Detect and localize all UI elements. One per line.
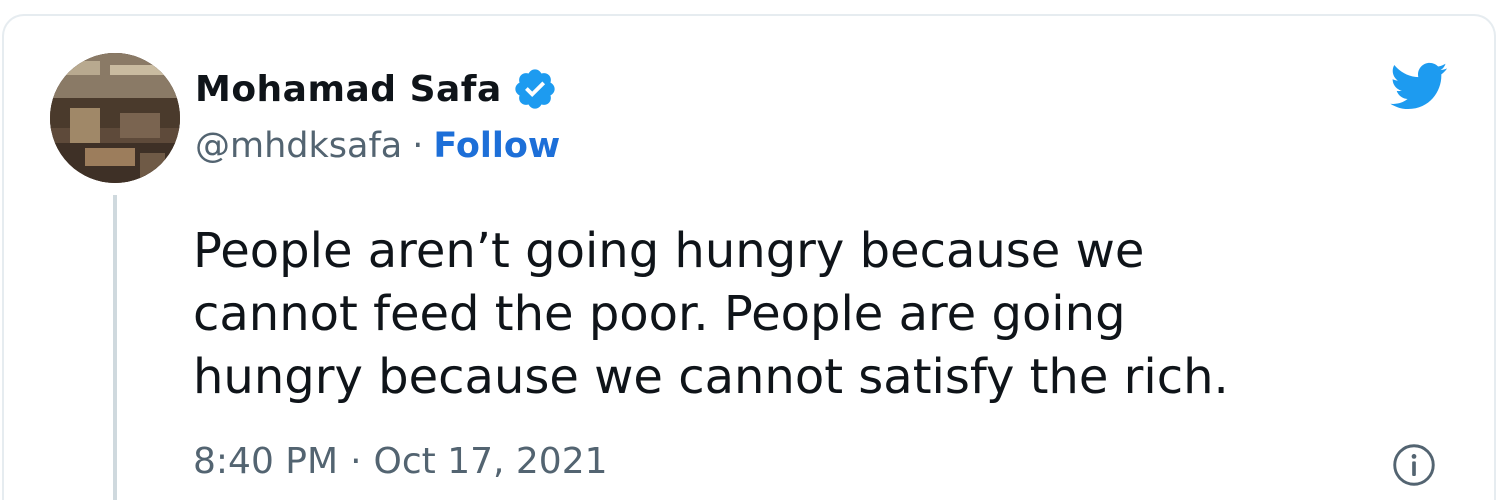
- author-handle-row: @mhdksafa · Follow: [195, 122, 560, 170]
- info-icon[interactable]: [1392, 443, 1436, 487]
- thread-line: [113, 195, 117, 500]
- tweet-text-line: hungry because we cannot satisfy the ric…: [193, 349, 1229, 405]
- avatar[interactable]: [50, 53, 180, 183]
- author-handle[interactable]: @mhdksafa: [195, 126, 402, 166]
- page: Mohamad Safa @mhdksafa · Follow People a…: [0, 0, 1500, 500]
- verified-badge-icon: [512, 66, 558, 112]
- avatar-photo: [50, 53, 180, 183]
- tweet-time: 8:40 PM: [193, 440, 339, 482]
- tweet-text: People aren’t going hungry because we ca…: [193, 220, 1453, 409]
- separator-dot: ·: [350, 440, 362, 482]
- author-display-name[interactable]: Mohamad Safa: [195, 69, 502, 110]
- author-name-row: Mohamad Safa: [195, 66, 558, 112]
- tweet-text-line: People aren’t going hungry because we: [193, 223, 1145, 279]
- tweet-date: Oct 17, 2021: [373, 440, 608, 482]
- follow-button[interactable]: Follow: [433, 126, 560, 166]
- twitter-bird-icon[interactable]: [1388, 58, 1448, 114]
- tweet-timestamp[interactable]: 8:40 PM · Oct 17, 2021: [193, 435, 608, 487]
- separator-dot: ·: [412, 126, 424, 166]
- tweet-text-line: cannot feed the poor. People are going: [193, 286, 1126, 342]
